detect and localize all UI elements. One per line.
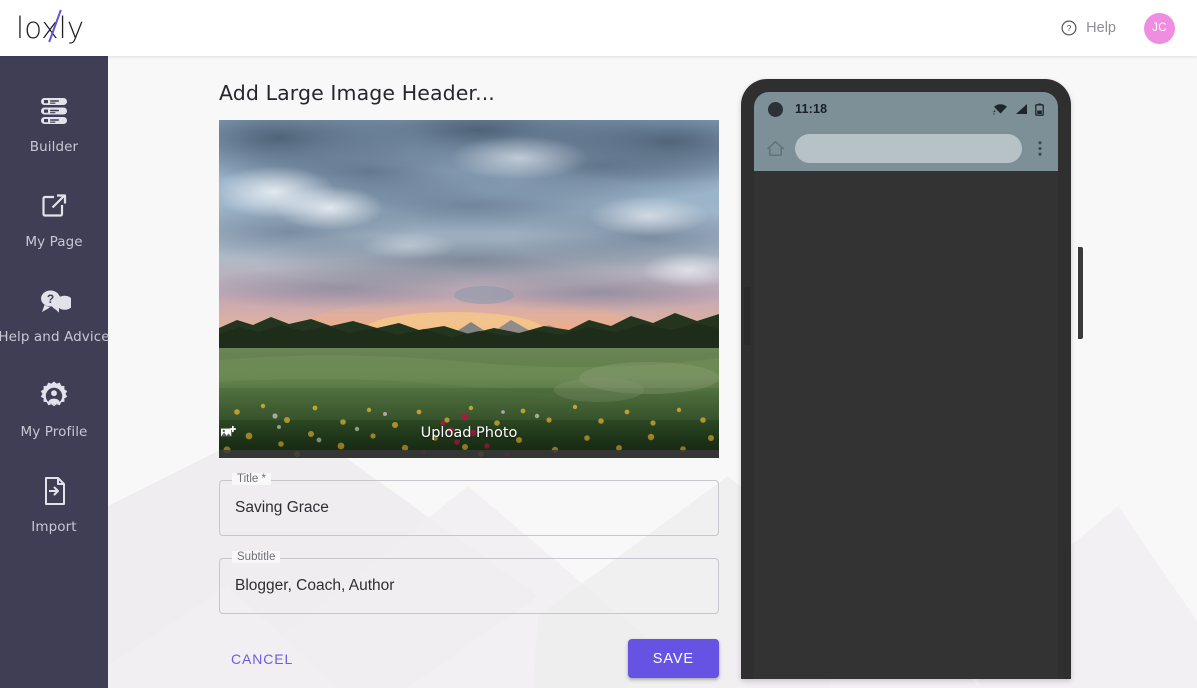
- title-input[interactable]: [235, 499, 700, 517]
- svg-text:?: ?: [1067, 24, 1072, 33]
- avatar[interactable]: JC: [1144, 12, 1175, 44]
- title-field-label: Title *: [232, 473, 271, 485]
- cellular-signal-icon: [1016, 104, 1027, 114]
- phone-left-side-button[interactable]: [744, 287, 750, 345]
- svg-text:?: ?: [47, 292, 54, 306]
- builder-list-icon: [35, 92, 73, 130]
- battery-icon: [1035, 103, 1044, 116]
- sidebar-item-my-profile[interactable]: My Profile: [0, 367, 108, 452]
- gear-person-icon: [35, 377, 73, 415]
- sidebar-item-label: Help and Advice: [0, 329, 110, 345]
- sidebar-item-builder[interactable]: Builder: [0, 82, 108, 167]
- external-link-icon: [35, 187, 73, 225]
- subtitle-input[interactable]: [235, 577, 700, 595]
- phone-status-bar: 11:18: [754, 92, 1058, 126]
- camera-punch-hole-icon: [768, 101, 783, 117]
- phone-page-viewport: [754, 171, 1058, 679]
- phone-right-side-button[interactable]: [1078, 247, 1083, 339]
- hero-photo: [219, 120, 719, 458]
- sidebar-item-label: My Page: [25, 234, 83, 250]
- phone-frame: 11:18: [741, 79, 1083, 679]
- status-time: 11:18: [795, 102, 828, 116]
- subtitle-field-label: Subtitle: [232, 551, 281, 563]
- cancel-button[interactable]: CANCEL: [219, 641, 305, 677]
- sidebar: Builder My Page ? Help and Advice My Pro…: [0, 56, 110, 688]
- question-circle-icon: ?: [1061, 20, 1077, 36]
- subtitle-field[interactable]: Subtitle: [219, 551, 719, 614]
- save-button[interactable]: SAVE: [627, 639, 719, 678]
- phone-screen: 11:18: [754, 92, 1058, 679]
- home-icon[interactable]: [766, 139, 785, 158]
- sidebar-item-import[interactable]: Import: [0, 462, 108, 547]
- upload-photo-button[interactable]: Upload Photo: [219, 425, 719, 441]
- sidebar-item-my-page[interactable]: My Page: [0, 177, 108, 262]
- top-bar-actions: ? Help JC: [1060, 12, 1175, 44]
- brand-logo[interactable]: loxly: [16, 8, 136, 48]
- more-vertical-icon[interactable]: [1032, 139, 1048, 158]
- help-button[interactable]: ? Help: [1060, 19, 1116, 37]
- title-field[interactable]: Title *: [219, 473, 719, 536]
- avatar-initials: JC: [1152, 22, 1167, 34]
- top-bar: loxly ? Help JC: [0, 0, 1197, 56]
- question-chat-icon: ?: [35, 282, 73, 320]
- app-root: loxly ? Help JC Builder My Page ? Help a…: [0, 0, 1197, 688]
- hero-image-dropzone[interactable]: Upload Photo: [219, 120, 719, 458]
- sidebar-item-label: My Profile: [20, 424, 88, 440]
- phone-url-bar[interactable]: [795, 134, 1022, 163]
- sidebar-item-label: Builder: [29, 139, 79, 155]
- phone-preview: 11:18: [733, 79, 1083, 679]
- sidebar-item-label: Import: [31, 519, 77, 535]
- add-image-icon: [220, 425, 237, 437]
- status-icon-group: [993, 103, 1044, 116]
- help-label: Help: [1086, 20, 1116, 36]
- sidebar-item-help-and-advice[interactable]: ? Help and Advice: [0, 272, 110, 357]
- form-actions: CANCEL SAVE: [219, 639, 719, 678]
- wifi-icon: [993, 104, 1007, 115]
- file-import-icon: [35, 472, 73, 510]
- phone-browser-bar: [754, 126, 1058, 171]
- upload-photo-label: Upload Photo: [420, 425, 518, 441]
